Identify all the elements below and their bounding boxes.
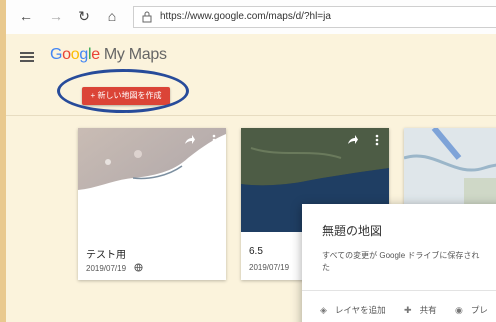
panel-divider — [302, 290, 496, 291]
address-bar[interactable]: https://www.google.com/maps/d/?hl=ja — [133, 6, 496, 28]
screenshot-frame: ← → ↻ ⌂ https://www.google.com/maps/d/?h… — [0, 0, 496, 322]
card-title: 6.5 — [249, 246, 263, 257]
add-layer-button[interactable]: ◈ レイヤを追加 — [320, 305, 394, 315]
more-options-icon[interactable] — [371, 134, 383, 146]
card-date: 2019/07/19 — [86, 263, 143, 273]
url-text: https://www.google.com/maps/d/?hl=ja — [160, 11, 331, 22]
lock-icon — [142, 11, 152, 23]
share-icon[interactable] — [347, 134, 359, 146]
eye-icon: ◉ — [454, 305, 463, 315]
app-header: Google My Maps — [6, 34, 496, 76]
add-person-icon: ✚ — [404, 305, 412, 315]
save-status: すべての変更が Google ドライブに保存され た — [322, 251, 480, 272]
public-globe-icon — [134, 263, 143, 272]
highlight-ellipse — [57, 69, 189, 113]
browser-toolbar: ← → ↻ ⌂ https://www.google.com/maps/d/?h… — [6, 0, 496, 35]
panel-actions: ◈ レイヤを追加 ✚ 共有 ◉ プレ — [320, 304, 496, 316]
map-title[interactable]: 無題の地図 — [322, 222, 382, 239]
home-icon[interactable]: ⌂ — [104, 8, 120, 24]
untitled-map-panel: 無題の地図 すべての変更が Google ドライブに保存され た ◈ レイヤを追加… — [302, 204, 496, 322]
card-title: テスト用 — [86, 250, 126, 261]
reload-icon[interactable]: ↻ — [76, 8, 92, 24]
map-card[interactable]: テスト用 2019/07/19 — [78, 128, 226, 280]
back-icon[interactable]: ← — [18, 8, 34, 24]
share-icon[interactable] — [184, 134, 196, 146]
forward-icon[interactable]: → — [48, 8, 64, 24]
card-info: テスト用 2019/07/19 — [78, 232, 226, 280]
more-options-icon[interactable] — [208, 134, 220, 146]
share-button[interactable]: ✚ 共有 — [404, 305, 445, 315]
menu-icon[interactable] — [20, 52, 34, 62]
map-thumbnail — [78, 128, 226, 232]
my-maps-logo: Google My Maps — [50, 46, 167, 63]
header-divider — [6, 115, 496, 116]
card-date: 2019/07/19 — [249, 263, 290, 272]
preview-button[interactable]: ◉ プレ — [455, 305, 496, 315]
add-layer-icon: ◈ — [320, 305, 327, 315]
